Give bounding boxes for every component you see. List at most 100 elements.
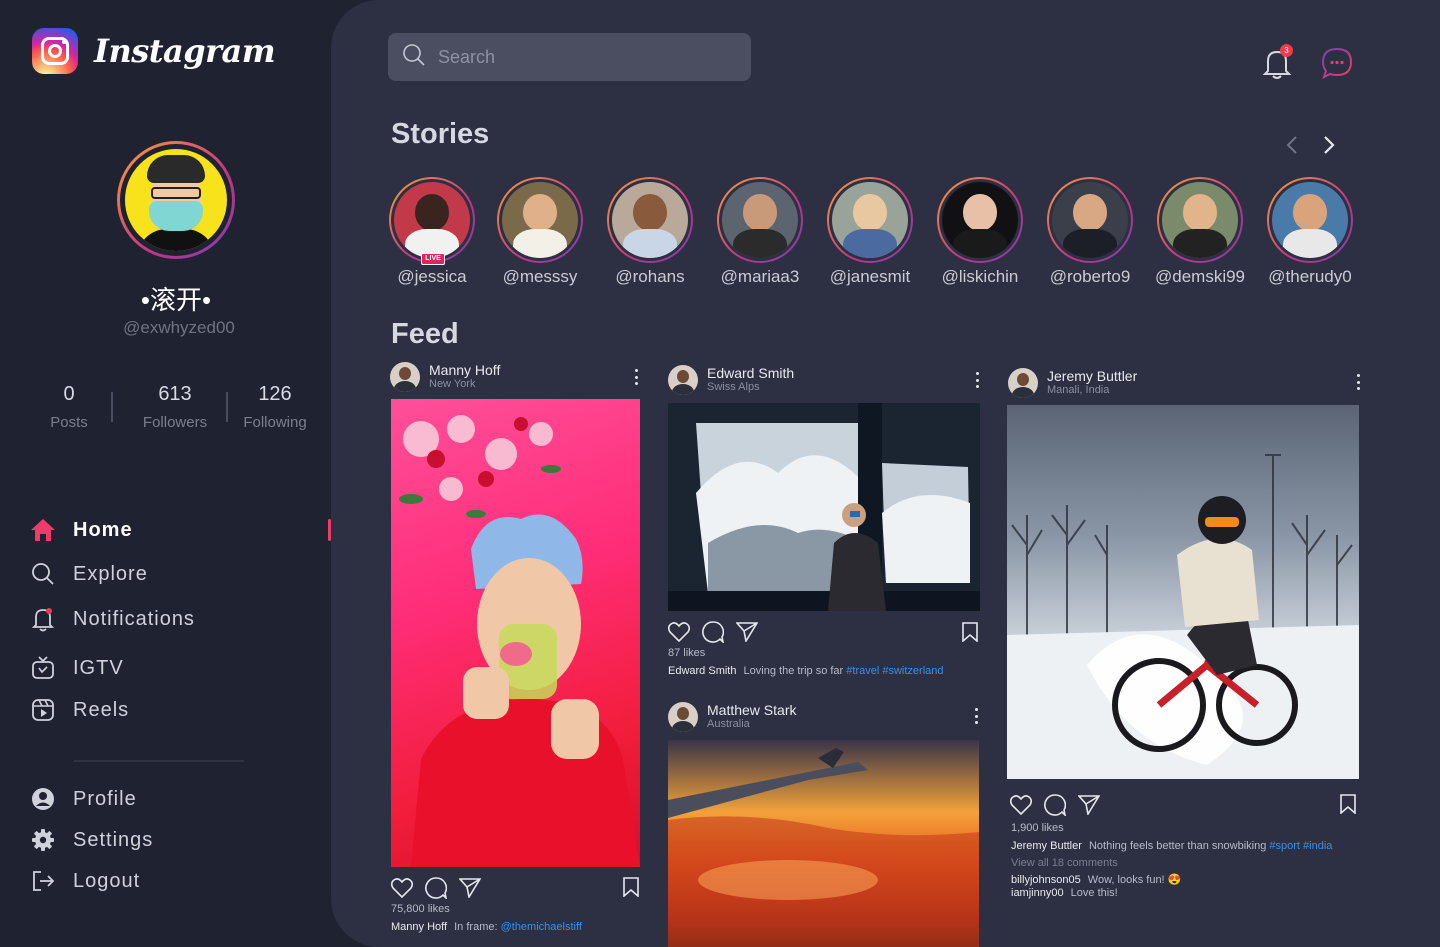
more-options-icon[interactable] <box>1355 374 1361 390</box>
post-photo[interactable] <box>668 403 980 611</box>
bookmark-icon[interactable] <box>962 622 978 647</box>
story-handle: @jessica <box>397 267 467 286</box>
nav-item-home[interactable]: Home <box>30 515 290 545</box>
tv-icon <box>30 655 56 681</box>
share-icon[interactable] <box>459 878 481 898</box>
stories-prev-button[interactable] <box>1282 135 1302 159</box>
story-item[interactable]: @rohans <box>605 177 695 287</box>
more-options-icon[interactable] <box>973 708 979 724</box>
story-item[interactable]: @mariaa3 <box>715 177 805 287</box>
post-header: Jeremy Buttler Manali, India <box>1008 368 1137 398</box>
post-likes[interactable]: 75,800 likes <box>391 903 450 915</box>
caption-tags[interactable]: #travel #switzerland <box>846 665 943 677</box>
brand[interactable]: Instagram <box>32 28 276 74</box>
post-caption: Edward Smith Loving the trip so far #tra… <box>668 665 944 677</box>
post-author[interactable]: Edward Smith <box>707 366 794 381</box>
comment-icon[interactable] <box>425 877 447 899</box>
comment-icon[interactable] <box>1044 794 1066 816</box>
post-location[interactable]: New York <box>429 378 500 391</box>
bookmark-icon[interactable] <box>623 877 639 902</box>
share-icon[interactable] <box>736 622 758 642</box>
home-icon <box>30 517 56 543</box>
like-icon[interactable] <box>391 878 413 898</box>
nav-item-label: Profile <box>73 787 137 810</box>
post-location[interactable]: Australia <box>707 718 796 731</box>
story-handle: @mariaa3 <box>720 267 800 286</box>
story-avatar <box>1162 182 1238 258</box>
stories-next-button[interactable] <box>1319 135 1339 159</box>
nav-item-label: Explore <box>73 562 148 585</box>
story-item[interactable]: @demski99 <box>1155 177 1245 287</box>
stat-followers[interactable]: 613 Followers <box>120 383 230 431</box>
story-avatar <box>942 182 1018 258</box>
post-caption: Manny Hoff In frame: @themichaelstiff <box>391 921 582 933</box>
nav-item-explore[interactable]: Explore <box>30 559 290 589</box>
sidebar: Instagram •滚开• @exwhyzed00 0 Posts 613 F… <box>0 0 330 947</box>
post-location[interactable]: Manali, India <box>1047 384 1137 397</box>
messages-button[interactable] <box>1321 47 1353 79</box>
post-location[interactable]: Swiss Alps <box>707 381 794 394</box>
search-input[interactable] <box>438 46 718 68</box>
like-icon[interactable] <box>668 622 690 642</box>
post-photo[interactable] <box>1007 405 1359 779</box>
caption-author[interactable]: Edward Smith <box>668 665 736 677</box>
search-bar[interactable] <box>388 33 751 81</box>
nav-item-igtv[interactable]: IGTV <box>30 653 290 683</box>
bookmark-icon[interactable] <box>1340 794 1356 819</box>
caption-tags[interactable]: @themichaelstiff <box>501 921 582 933</box>
more-options-icon[interactable] <box>633 369 639 385</box>
view-all-comments-link[interactable]: View all 18 comments <box>1011 857 1118 869</box>
story-item[interactable]: LIVE @jessica <box>387 177 477 287</box>
author-avatar[interactable] <box>390 362 420 392</box>
share-icon[interactable] <box>1078 795 1100 815</box>
story-item[interactable]: @roberto9 <box>1045 177 1135 287</box>
stories-title: Stories <box>391 118 490 150</box>
stat-posts[interactable]: 0 Posts <box>14 383 124 431</box>
comment-text: Wow, looks fun! 😍 <box>1087 874 1182 886</box>
post-header: Matthew Stark Australia <box>668 702 796 732</box>
caption-text: Nothing feels better than snowbiking <box>1088 840 1267 852</box>
nav-item-profile[interactable]: Profile <box>30 784 290 814</box>
nav-item-reels[interactable]: Reels <box>30 695 290 725</box>
like-icon[interactable] <box>1010 795 1032 815</box>
post-likes[interactable]: 87 likes <box>668 647 705 659</box>
story-item[interactable]: @liskichin <box>935 177 1025 287</box>
nav-item-settings[interactable]: Settings <box>30 825 290 855</box>
stat-label: Following <box>243 414 307 431</box>
nav-item-notifications[interactable]: Notifications <box>30 604 290 634</box>
author-avatar[interactable] <box>668 702 698 732</box>
author-avatar[interactable] <box>668 365 698 395</box>
story-handle: @roberto9 <box>1049 267 1131 286</box>
comment-user[interactable]: billyjohnson05 <box>1011 874 1081 886</box>
post-photo[interactable] <box>391 399 640 867</box>
caption-author[interactable]: Manny Hoff <box>391 921 447 933</box>
caption-author[interactable]: Jeremy Buttler <box>1011 840 1082 852</box>
nav-item-logout[interactable]: Logout <box>30 866 290 896</box>
brand-wordmark: Instagram <box>94 32 276 70</box>
logout-icon <box>30 868 56 894</box>
comment-user[interactable]: iamjinny00 <box>1011 887 1064 899</box>
post-author[interactable]: Jeremy Buttler <box>1047 369 1137 384</box>
caption-text: In frame: <box>454 921 498 933</box>
story-item[interactable]: @janesmit <box>825 177 915 287</box>
post-author[interactable]: Matthew Stark <box>707 703 796 718</box>
notifications-button[interactable]: 3 <box>1261 44 1293 80</box>
comment-icon[interactable] <box>702 621 724 643</box>
post-likes[interactable]: 1,900 likes <box>1011 822 1064 834</box>
caption-tags[interactable]: #sport #india <box>1269 840 1332 852</box>
more-options-icon[interactable] <box>974 372 980 388</box>
post-author[interactable]: Manny Hoff <box>429 363 500 378</box>
story-item[interactable]: @therudy0 <box>1265 177 1355 287</box>
author-avatar[interactable] <box>1008 368 1038 398</box>
search-icon <box>402 43 426 72</box>
profile-avatar[interactable] <box>117 141 235 259</box>
nav-item-label: Home <box>73 518 133 541</box>
gear-icon <box>30 827 56 853</box>
stat-following[interactable]: 126 Following <box>220 383 330 431</box>
story-avatar <box>1052 182 1128 258</box>
bell-icon <box>30 606 56 632</box>
post-actions <box>668 621 770 643</box>
story-item[interactable]: @messsy <box>495 177 585 287</box>
post-photo[interactable] <box>668 740 979 947</box>
post-caption: Jeremy Buttler Nothing feels better than… <box>1011 840 1332 852</box>
